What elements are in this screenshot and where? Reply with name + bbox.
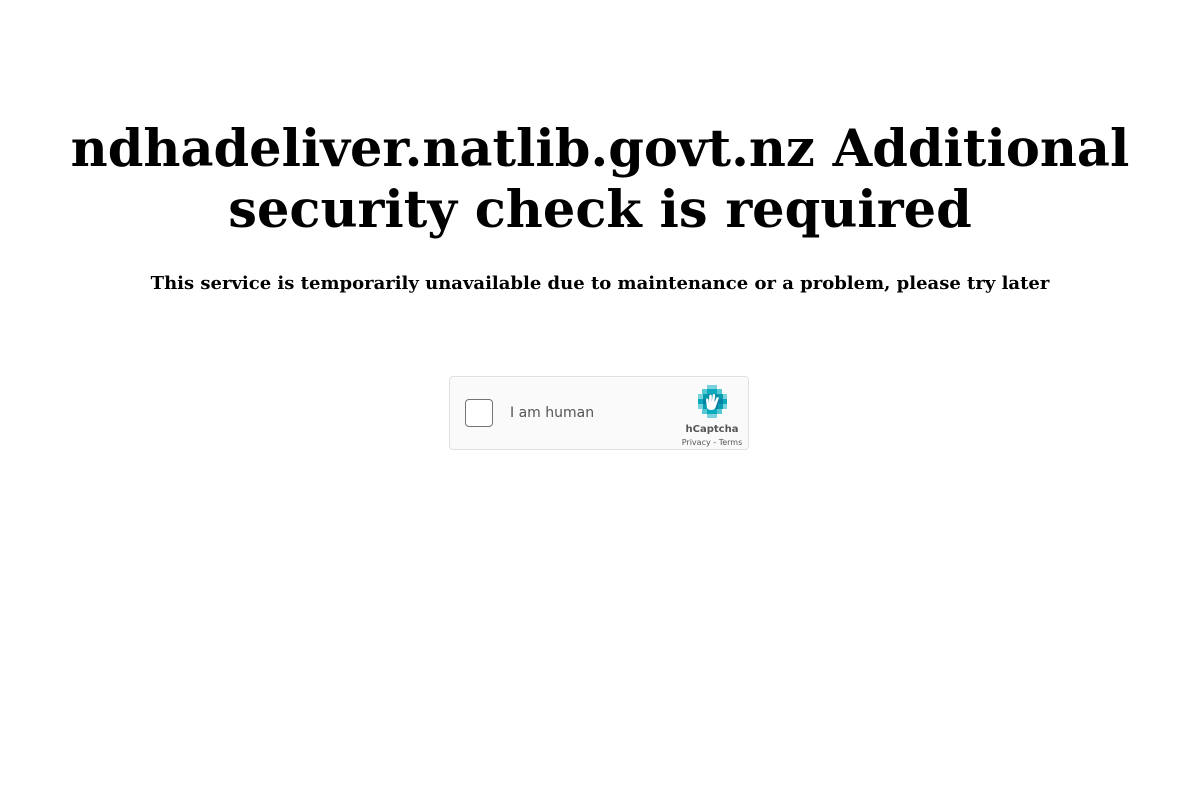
human-checkbox-label[interactable]: I am human [510,404,594,422]
hcaptcha-links: Privacy - Terms [672,438,752,448]
hcaptcha-branding: hCaptcha Privacy - Terms [672,383,752,447]
hcaptcha-widget: I am human hCaptcha Privacy - Terms [449,376,749,450]
privacy-link[interactable]: Privacy [682,438,711,447]
hcaptcha-brand-name: hCaptcha [685,424,739,435]
page-title: ndhadeliver.natlib.govt.nz Additional se… [70,119,1130,240]
hcaptcha-logo-icon [698,385,727,418]
human-checkbox[interactable] [465,399,493,427]
links-separator: - [713,438,717,447]
security-check-page: ndhadeliver.natlib.govt.nz Additional se… [0,0,1200,800]
maintenance-message: This service is temporarily unavailable … [150,273,1050,294]
terms-link[interactable]: Terms [719,438,743,447]
